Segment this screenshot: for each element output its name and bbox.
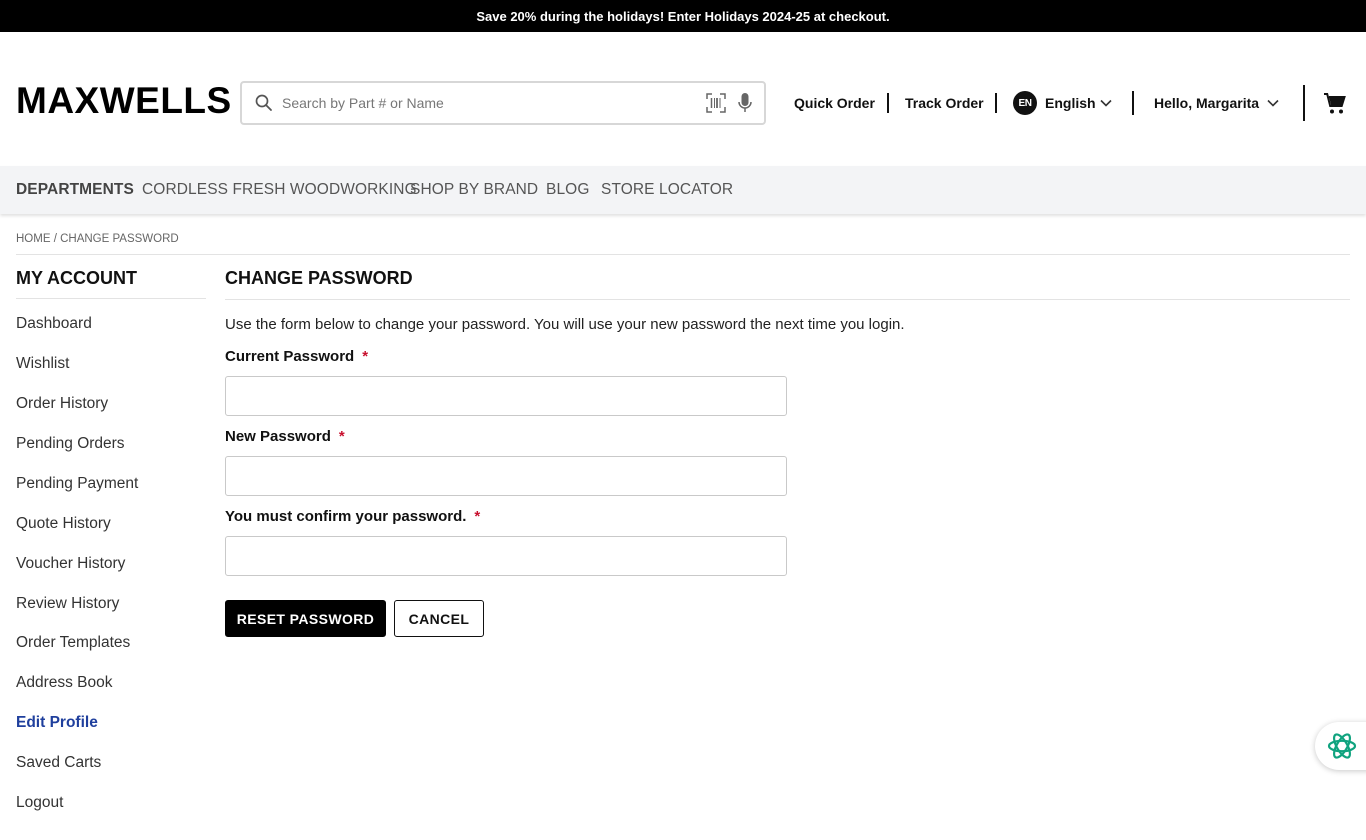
sidebar-item-order-history[interactable]: Order History [16, 394, 108, 414]
language-selector[interactable]: English [1045, 94, 1096, 112]
required-marker: * [338, 428, 345, 445]
sidebar-item-address-book[interactable]: Address Book [16, 673, 113, 693]
account-menu[interactable]: Hello, Margarita [1154, 94, 1259, 112]
sidebar-item-review-history[interactable]: Review History [16, 594, 119, 614]
nav-blog[interactable]: BLOG [546, 181, 589, 199]
sidebar-item-order-templates[interactable]: Order Templates [16, 633, 130, 653]
sidebar-title: MY ACCOUNT [16, 268, 137, 288]
new-password-field[interactable] [225, 456, 787, 496]
reset-password-button[interactable]: RESET PASSWORD [225, 600, 386, 637]
page-title: CHANGE PASSWORD [225, 268, 413, 288]
required-marker: * [362, 348, 369, 365]
header-divider [1303, 85, 1305, 121]
site-header: MAXWELLS Quick Order Track Order EN Engl… [0, 32, 1366, 166]
sidebar-item-pending-payment[interactable]: Pending Payment [16, 474, 138, 494]
sidebar-item-edit-profile[interactable]: Edit Profile [16, 713, 98, 733]
microphone-icon[interactable] [737, 91, 753, 115]
confirm-password-label-text: You must confirm your password. [225, 508, 467, 525]
promo-banner: Save 20% during the holidays! Enter Holi… [0, 0, 1366, 32]
site-logo[interactable]: MAXWELLS [16, 81, 232, 121]
required-marker: * [474, 508, 481, 525]
confirm-password-label: You must confirm your password. * [225, 507, 480, 526]
current-password-field[interactable] [225, 376, 787, 416]
nav-store-locator[interactable]: STORE LOCATOR [601, 181, 733, 199]
sidebar-item-wishlist[interactable]: Wishlist [16, 354, 69, 374]
confirm-password-field[interactable] [225, 536, 787, 576]
shopping-cart-icon[interactable] [1323, 92, 1347, 116]
header-divider [995, 93, 997, 113]
chevron-down-icon[interactable] [1266, 96, 1280, 110]
header-divider [1132, 91, 1134, 115]
language-badge[interactable]: EN [1013, 91, 1037, 115]
nav-shop-by-brand[interactable]: SHOP BY BRAND [410, 181, 538, 199]
nav-departments[interactable]: DEPARTMENTS [16, 181, 134, 199]
chevron-down-icon[interactable] [1099, 96, 1113, 110]
current-password-label-text: Current Password [225, 348, 355, 365]
chat-assistant-icon[interactable] [1326, 730, 1358, 762]
search-input[interactable] [282, 91, 692, 115]
form-instructions: Use the form below to change your passwo… [225, 316, 905, 333]
nav-cordless-fresh-woodworking[interactable]: CORDLESS FRESH WOODWORKING [142, 181, 417, 199]
barcode-scan-icon[interactable] [705, 92, 727, 114]
new-password-label: New Password * [225, 427, 345, 446]
new-password-label-text: New Password [225, 428, 331, 445]
search-bar[interactable] [240, 81, 766, 125]
search-icon[interactable] [254, 93, 274, 113]
sidebar-item-saved-carts[interactable]: Saved Carts [16, 753, 101, 773]
chat-widget[interactable] [1315, 722, 1366, 770]
promo-text: Save 20% during the holidays! Enter Holi… [476, 8, 890, 24]
divider [16, 298, 206, 299]
sidebar-item-pending-orders[interactable]: Pending Orders [16, 434, 125, 454]
breadcrumb[interactable]: HOME / CHANGE PASSWORD [16, 232, 179, 246]
sidebar-item-logout[interactable]: Logout [16, 793, 63, 813]
track-order-link[interactable]: Track Order [905, 94, 984, 112]
sidebar-item-quote-history[interactable]: Quote History [16, 514, 111, 534]
divider [225, 299, 1350, 300]
cancel-button[interactable]: CANCEL [394, 600, 484, 637]
main-navigation: DEPARTMENTS CORDLESS FRESH WOODWORKING S… [0, 166, 1366, 214]
divider [16, 254, 1350, 255]
sidebar-item-voucher-history[interactable]: Voucher History [16, 554, 125, 574]
header-divider [887, 93, 889, 113]
current-password-label: Current Password * [225, 347, 368, 366]
sidebar-item-dashboard[interactable]: Dashboard [16, 314, 92, 334]
quick-order-link[interactable]: Quick Order [794, 94, 875, 112]
